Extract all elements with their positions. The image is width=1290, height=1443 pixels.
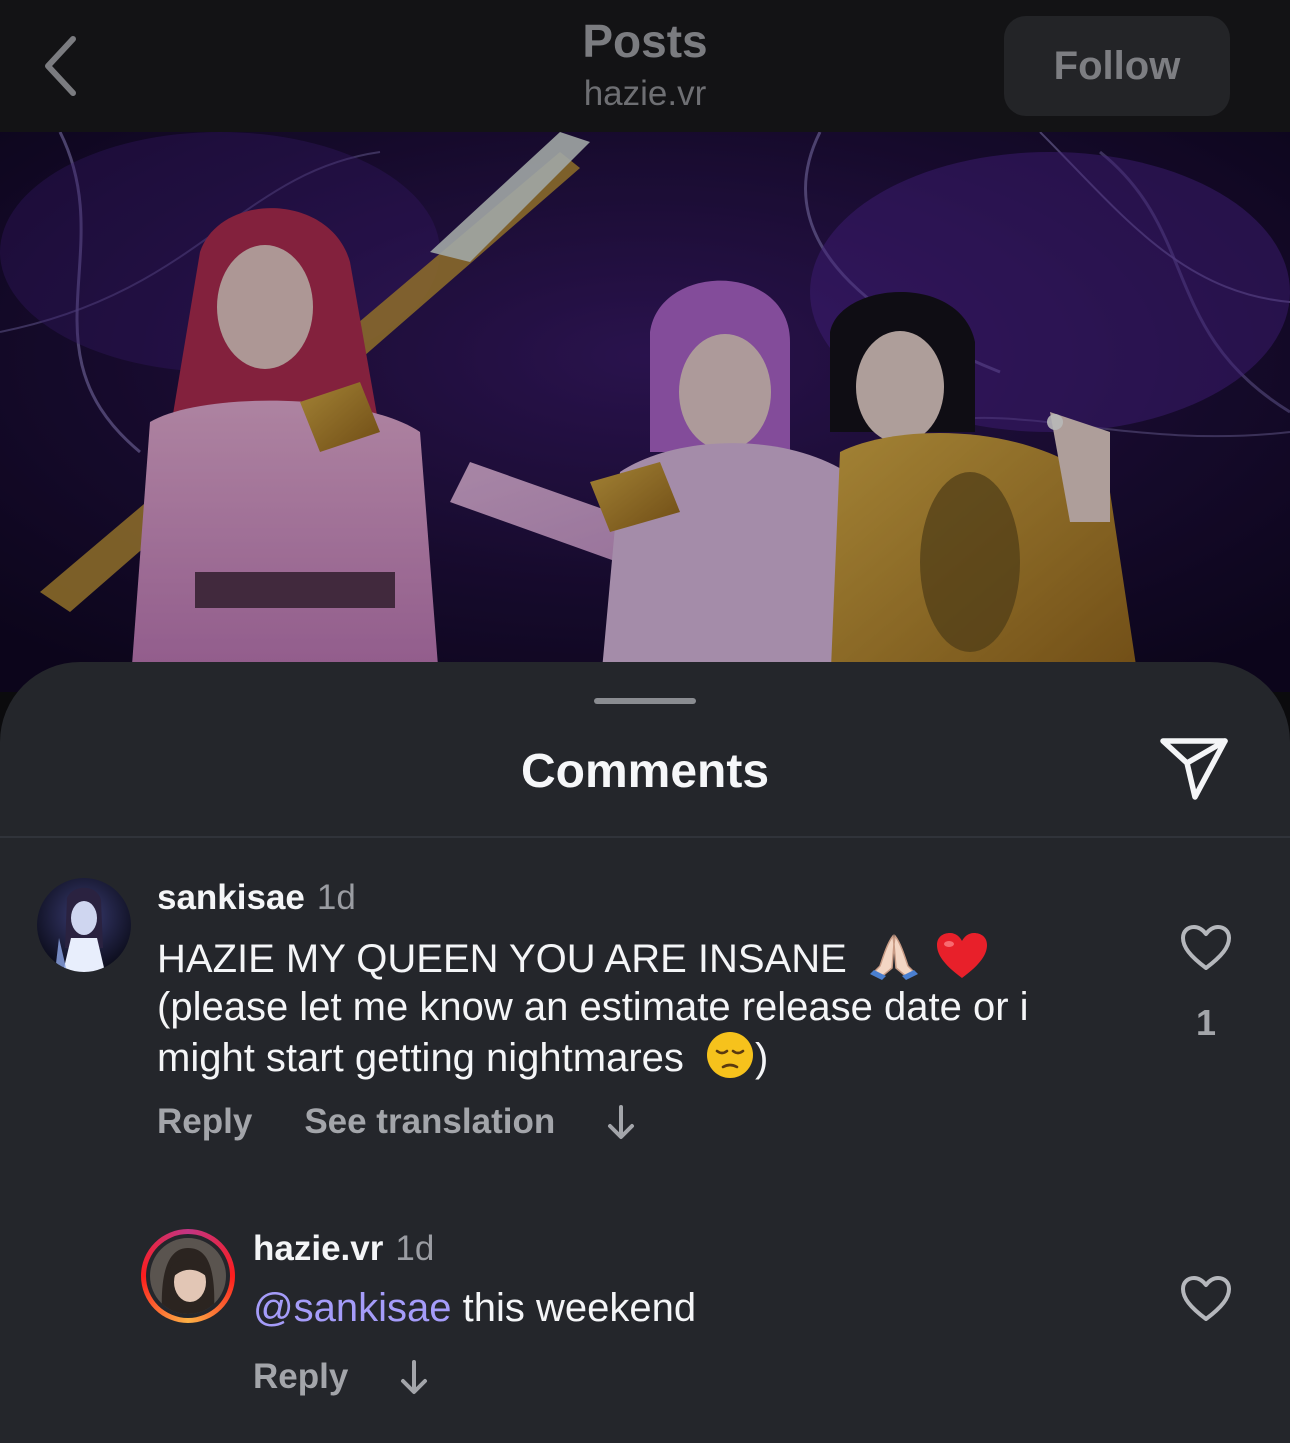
- folded-hands-emoji: [869, 934, 918, 980]
- reply-actions: Reply: [253, 1357, 428, 1397]
- comments-sheet: Comments sankisae 1d HAZIE MY QUEEN YOU …: [0, 662, 1290, 1443]
- mention-link[interactable]: @sankisae: [253, 1286, 451, 1330]
- reply-body: this weekend: [462, 1286, 697, 1330]
- comment-line-3-end: ): [755, 1036, 769, 1080]
- heart-outline-icon: [1181, 925, 1231, 970]
- comment-line-1: HAZIE MY QUEEN YOU ARE INSANE: [157, 937, 847, 981]
- reply-timestamp: 1d: [395, 1229, 435, 1268]
- comments-title: Comments: [520, 745, 770, 798]
- heart-outline-icon: [1181, 1276, 1231, 1321]
- comment-username[interactable]: sankisae 1d: [157, 878, 356, 918]
- follow-button[interactable]: Follow: [1004, 16, 1230, 116]
- red-heart-emoji: [937, 933, 988, 978]
- comment-username-text[interactable]: sankisae: [157, 878, 305, 917]
- share-button[interactable]: [1158, 736, 1230, 802]
- reply-text: @sankisae this weekend: [253, 1284, 696, 1332]
- comment-text: HAZIE MY QUEEN YOU ARE INSANE (please le…: [157, 932, 1137, 1082]
- avatar[interactable]: [37, 878, 131, 972]
- avatar-story-ring[interactable]: [141, 1229, 235, 1323]
- send-paper-plane-icon: [1160, 738, 1228, 800]
- comment-actions: Reply See translation: [157, 1102, 635, 1142]
- like-button[interactable]: [1180, 1275, 1232, 1323]
- see-translation-button[interactable]: See translation: [304, 1102, 555, 1142]
- sheet-grabber-handle[interactable]: [594, 698, 696, 704]
- post-image[interactable]: [0, 132, 1290, 692]
- comment-line-3: might start getting nightmares: [157, 1036, 684, 1080]
- reply-username-text[interactable]: hazie.vr: [253, 1229, 383, 1268]
- reply-username[interactable]: hazie.vr 1d: [253, 1229, 434, 1269]
- comment-line-2: (please let me know an estimate release …: [157, 985, 1029, 1029]
- arrow-down-icon[interactable]: [607, 1104, 635, 1140]
- sheet-divider: [0, 836, 1290, 838]
- arrow-down-icon[interactable]: [400, 1359, 428, 1395]
- like-count: 1: [1195, 1002, 1217, 1043]
- comment-timestamp: 1d: [316, 878, 356, 917]
- like-button[interactable]: [1180, 924, 1232, 972]
- reply-button[interactable]: Reply: [157, 1102, 252, 1142]
- avatar-image: [150, 1238, 226, 1314]
- reply-button[interactable]: Reply: [253, 1357, 348, 1397]
- pensive-face-emoji: [707, 1032, 754, 1078]
- top-navigation-bar: Posts hazie.vr Follow: [0, 0, 1290, 132]
